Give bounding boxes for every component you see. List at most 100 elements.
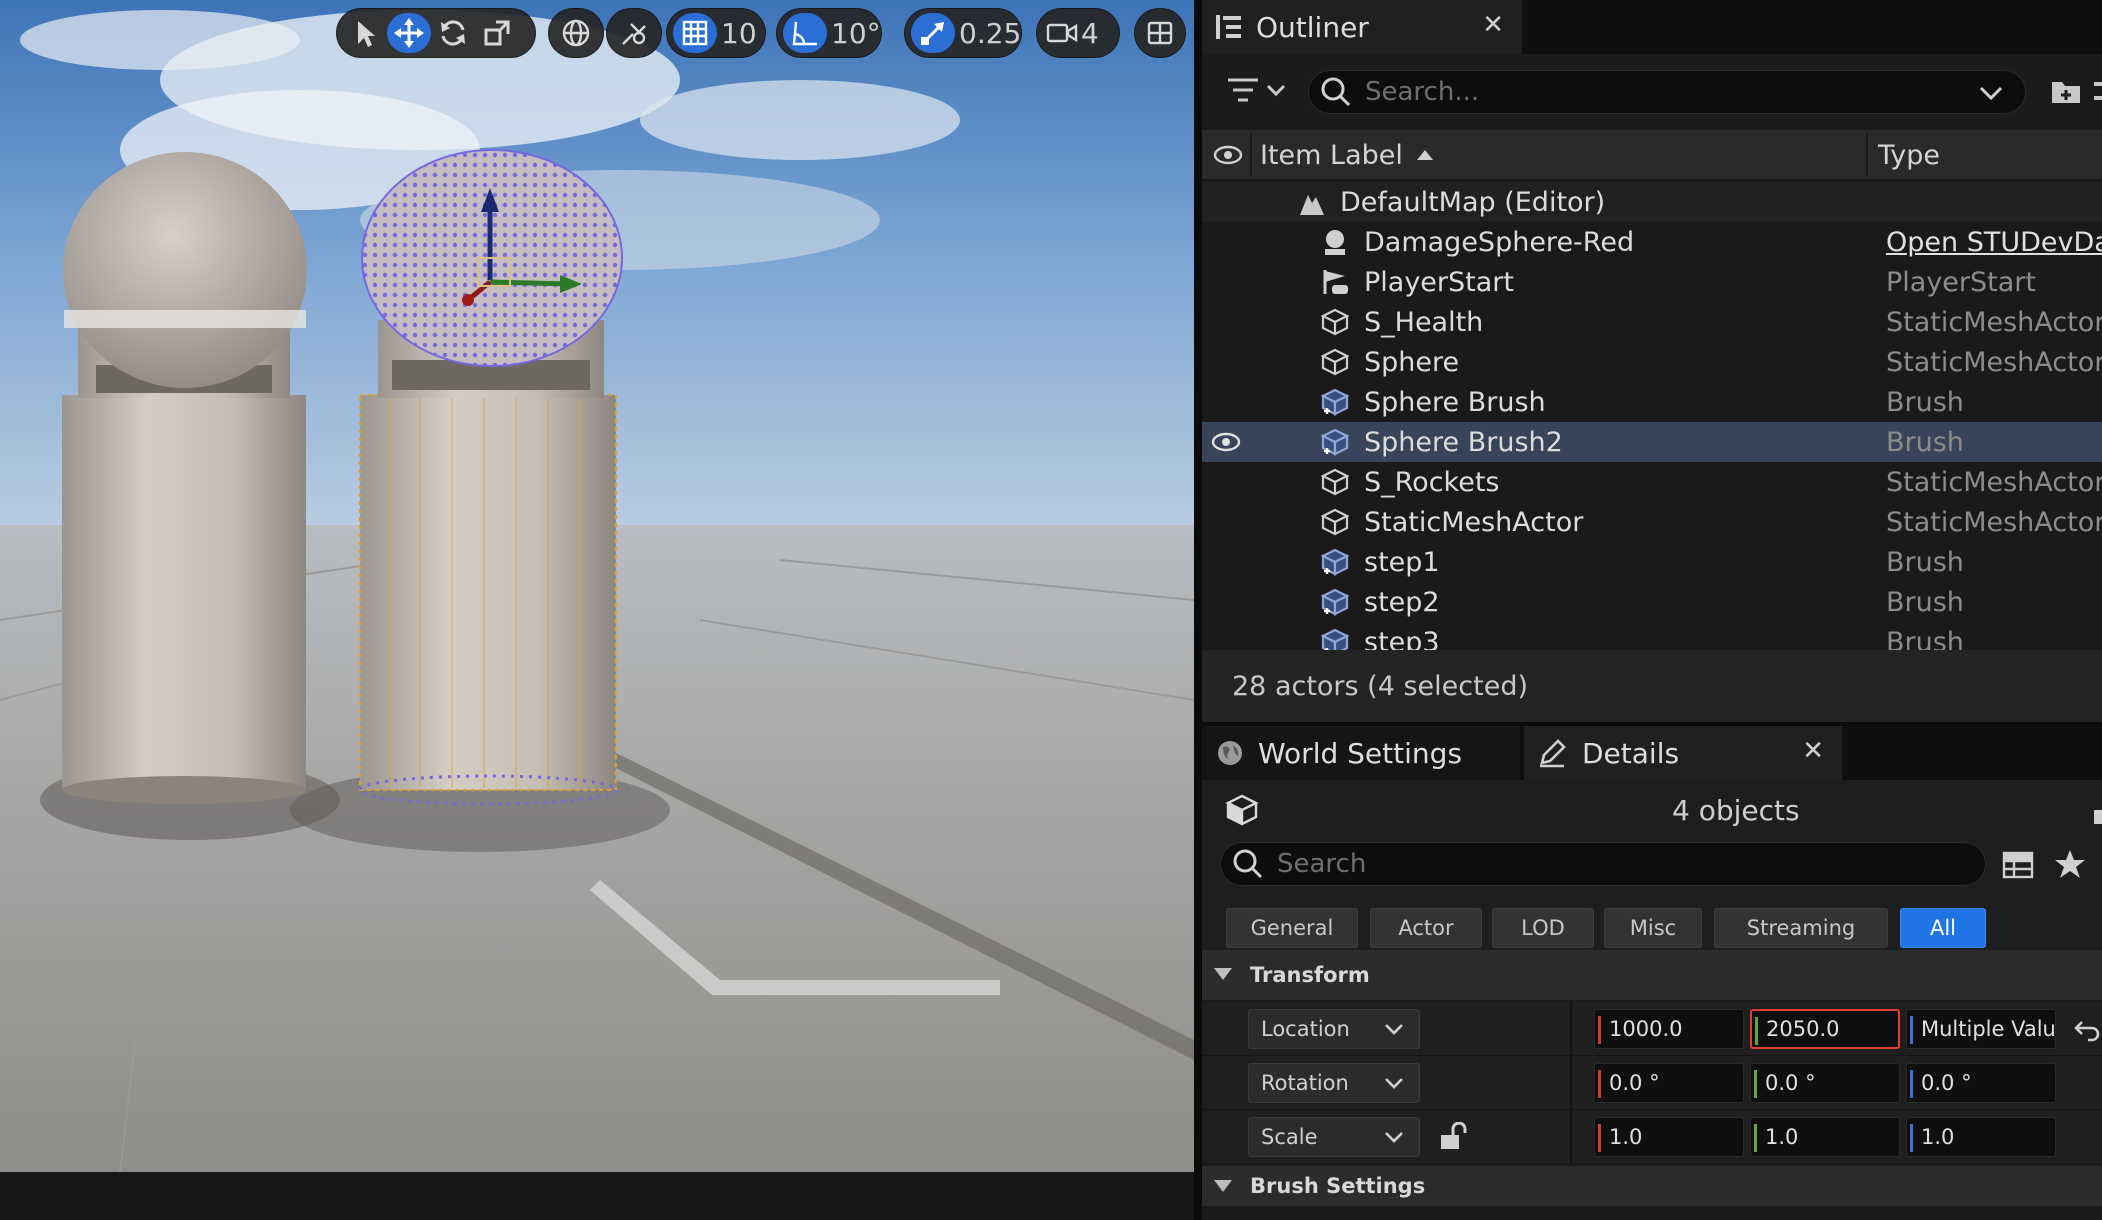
- sort-ascending-icon: [1416, 150, 1433, 160]
- scale-mode-button[interactable]: [475, 13, 519, 53]
- eye-icon: [1213, 145, 1243, 165]
- tree-row-root[interactable]: DefaultMap (Editor): [1202, 182, 2102, 222]
- map-icon: [1300, 195, 1324, 215]
- scale-snap-toggle[interactable]: [911, 13, 955, 53]
- category-button-general[interactable]: General: [1226, 908, 1358, 948]
- category-button-actor[interactable]: Actor: [1370, 908, 1482, 948]
- details-panel: World Settings Details ✕ 4 objects Searc…: [1202, 722, 2102, 1220]
- filter-icon: [1228, 78, 1286, 102]
- outliner-list-icon: [1216, 15, 1241, 39]
- tree-row[interactable]: step1 Brush: [1202, 542, 2102, 582]
- tree-row[interactable]: StaticMeshActor StaticMeshActor: [1202, 502, 2102, 542]
- scale-y-field[interactable]: 1.0: [1750, 1117, 1900, 1157]
- tree-row[interactable]: Sphere Brush2 Brush: [1202, 422, 2102, 462]
- scale-label: Scale: [1261, 1125, 1318, 1149]
- scale-dropdown[interactable]: Scale: [1248, 1117, 1420, 1157]
- category-button-all[interactable]: All: [1900, 908, 1986, 948]
- rotate-mode-button[interactable]: [431, 13, 475, 53]
- brush-settings-section-header[interactable]: Brush Settings: [1202, 1166, 2102, 1206]
- tree-row[interactable]: Sphere StaticMeshActor: [1202, 342, 2102, 382]
- world-settings-tab[interactable]: World Settings: [1202, 726, 1520, 780]
- translate-mode-button[interactable]: [387, 13, 431, 53]
- camera-speed-button[interactable]: [1043, 13, 1081, 53]
- viewport-scene: [0, 0, 1194, 1172]
- chevron-down-icon[interactable]: [1977, 83, 2005, 103]
- root-label: DefaultMap (Editor): [1340, 186, 1606, 218]
- tree-row[interactable]: step3 Brush: [1202, 622, 2102, 650]
- tree-row-type: Brush: [1886, 386, 1964, 418]
- panel-splitter[interactable]: [1194, 0, 1202, 1220]
- category-button-lod[interactable]: LOD: [1492, 908, 1594, 948]
- tree-row[interactable]: step2 Brush: [1202, 582, 2102, 622]
- transform-section-title: Transform: [1250, 963, 1370, 987]
- add-folder-button[interactable]: [2050, 76, 2084, 110]
- outliner-search-input[interactable]: [1365, 77, 1965, 107]
- close-icon[interactable]: ✕: [1482, 10, 1504, 40]
- outliner-status-bar: 28 actors (4 selected): [1202, 650, 2102, 722]
- details-search-input[interactable]: [1277, 849, 1877, 879]
- tree-row[interactable]: PlayerStart PlayerStart: [1202, 262, 2102, 302]
- actor-cube-icon: [1225, 794, 1259, 826]
- select-mode-button[interactable]: [343, 13, 387, 53]
- item-label-column-header[interactable]: Item Label: [1260, 130, 1435, 180]
- scale-lock-button[interactable]: [1438, 1121, 1468, 1156]
- tree-row-label: S_Rockets: [1364, 466, 1500, 498]
- type-column-header[interactable]: Type: [1878, 130, 1940, 180]
- settings-button[interactable]: [2092, 76, 2102, 106]
- scale-x-field[interactable]: 1.0: [1594, 1117, 1744, 1157]
- surface-snapping-button[interactable]: [612, 13, 656, 53]
- tree-row-type[interactable]: Open STUDevDam: [1886, 227, 2102, 258]
- move-arrows-icon: [394, 18, 424, 48]
- filter-button[interactable]: [1224, 74, 1290, 112]
- location-dropdown[interactable]: Location: [1248, 1009, 1420, 1049]
- outliner-tab[interactable]: Outliner ✕: [1202, 0, 1522, 54]
- viewport-layout-button[interactable]: [1140, 13, 1180, 53]
- location-z-field[interactable]: Multiple Valu: [1906, 1009, 2056, 1049]
- reset-location-button[interactable]: [2074, 1016, 2102, 1046]
- level-viewport[interactable]: 10 10° 0.25 4: [0, 0, 1194, 1172]
- world-globe-icon: [1218, 741, 1242, 765]
- scale-snap-toolbar: 0.25: [904, 8, 1022, 58]
- category-button-misc[interactable]: Misc: [1604, 908, 1702, 948]
- world-space-button[interactable]: [554, 13, 598, 53]
- tree-row-label: S_Health: [1364, 306, 1484, 338]
- eye-icon[interactable]: [1210, 430, 1242, 454]
- location-label: Location: [1261, 1017, 1350, 1041]
- brush-settings-section-title: Brush Settings: [1250, 1174, 1426, 1198]
- tree-row[interactable]: DamageSphere-Red Open STUDevDam: [1202, 222, 2102, 262]
- transform-section-header[interactable]: Transform: [1202, 950, 2102, 1000]
- globe-icon: [562, 19, 590, 47]
- tree-row[interactable]: Sphere Brush Brush: [1202, 382, 2102, 422]
- rotation-dropdown[interactable]: Rotation: [1248, 1063, 1420, 1103]
- grid-snap-value[interactable]: 10: [717, 17, 765, 50]
- grid-snap-toolbar: 10: [666, 8, 766, 58]
- details-tab[interactable]: Details ✕: [1524, 726, 1842, 780]
- outliner-column-header: Item Label Type: [1202, 130, 2102, 180]
- scale-z-field[interactable]: 1.0: [1906, 1117, 2056, 1157]
- scale-row: Scale 1.0 1.0 1.0: [1202, 1110, 2102, 1164]
- grid-snap-toggle[interactable]: [673, 13, 717, 53]
- unlock-icon: [1441, 1121, 1467, 1149]
- rotation-y-field[interactable]: 0.0 °: [1750, 1063, 1900, 1103]
- tree-row[interactable]: S_Rockets StaticMeshActor: [1202, 462, 2102, 502]
- transform-mode-toolbar: [336, 8, 536, 58]
- camera-speed-value[interactable]: 4: [1081, 17, 1107, 50]
- scale-snap-value[interactable]: 0.25: [955, 17, 1029, 50]
- viewport-bottom-bar: [0, 1172, 1194, 1220]
- location-x-field[interactable]: 1000.0: [1594, 1009, 1744, 1049]
- category-button-streaming[interactable]: Streaming: [1714, 908, 1888, 948]
- favorites-button[interactable]: [2054, 848, 2086, 884]
- rotation-x-field[interactable]: 0.0 °: [1594, 1063, 1744, 1103]
- location-y-field[interactable]: 2050.0: [1750, 1009, 1900, 1049]
- tree-row[interactable]: S_Health StaticMeshActor: [1202, 302, 2102, 342]
- rotation-z-field[interactable]: 0.0 °: [1906, 1063, 2056, 1103]
- property-matrix-button[interactable]: [2002, 850, 2034, 884]
- close-icon[interactable]: ✕: [1802, 736, 1824, 766]
- lock-selection-button[interactable]: [2094, 810, 2102, 824]
- angle-icon: [792, 21, 817, 46]
- visibility-column-header[interactable]: [1212, 130, 1244, 180]
- search-icon: [1233, 849, 1263, 879]
- selection-summary: 4 objects: [1202, 780, 2102, 840]
- rotation-snap-toggle[interactable]: [783, 13, 827, 53]
- rotation-snap-value[interactable]: 10°: [827, 17, 889, 50]
